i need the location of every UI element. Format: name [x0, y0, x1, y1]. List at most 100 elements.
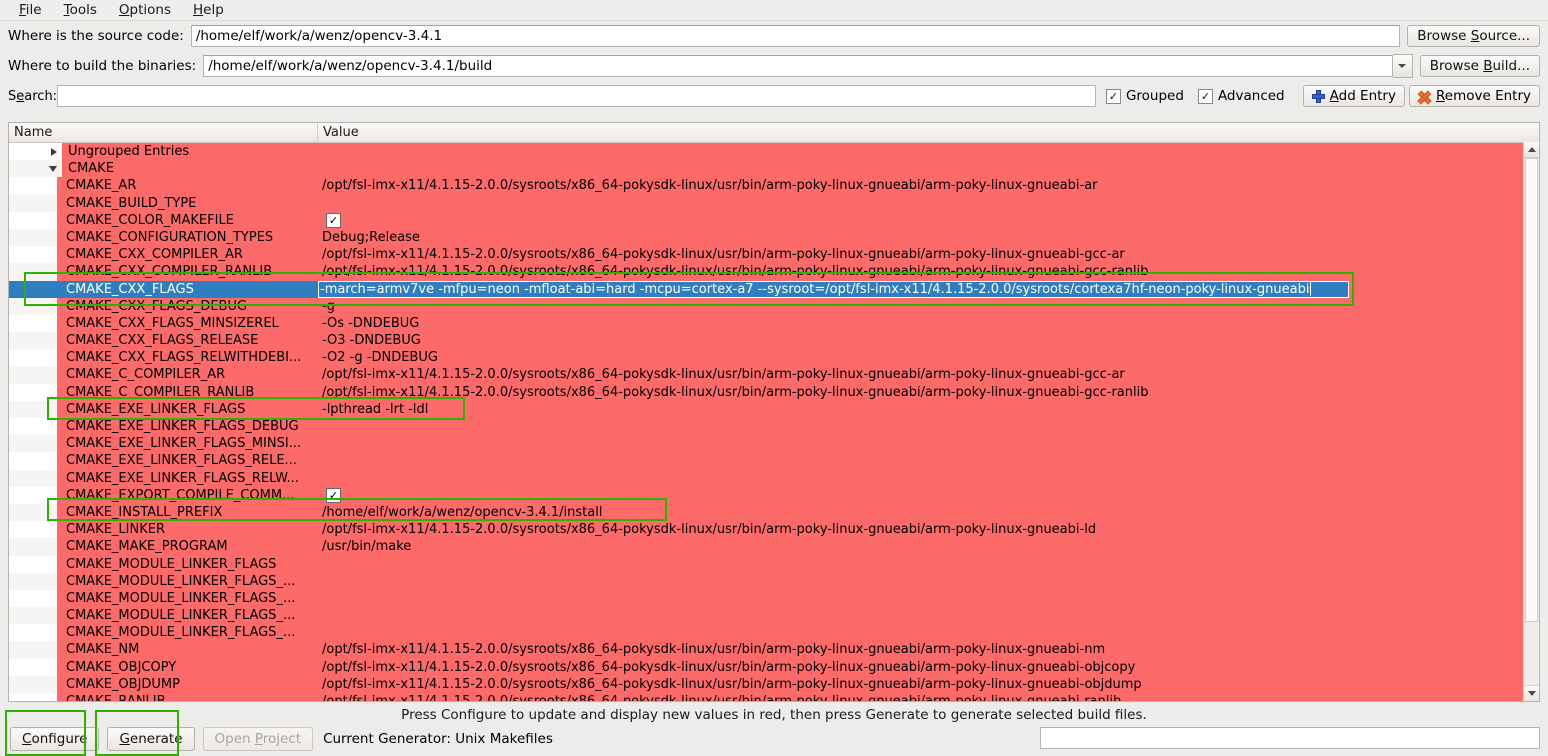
grouped-checkbox[interactable]: ✓ Grouped: [1105, 88, 1184, 104]
cache-entry-name[interactable]: CMAKE_MODULE_LINKER_FLAGS_...: [57, 607, 318, 625]
table-row[interactable]: CMAKE_CXX_COMPILER_AR/opt/fsl-imx-x11/4.…: [9, 246, 1539, 264]
table-row[interactable]: CMAKE_EXE_LINKER_FLAGS -lpthread -lrt -ld…: [9, 400, 1539, 418]
table-row[interactable]: CMAKE_NM/opt/fsl-imx-x11/4.1.15-2.0.0/sy…: [9, 641, 1539, 659]
vertical-scrollbar[interactable]: [1523, 142, 1539, 701]
advanced-checkbox[interactable]: ✓ Advanced: [1197, 88, 1285, 104]
cache-entry-name[interactable]: CMAKE_MODULE_LINKER_FLAGS: [57, 555, 318, 573]
cache-entry-value[interactable]: [318, 452, 1539, 470]
cache-entry-value[interactable]: -Os -DNDEBUG: [318, 314, 1539, 333]
search-input[interactable]: [57, 85, 1096, 107]
cache-entry-name[interactable]: CMAKE_COLOR_MAKEFILE: [57, 211, 318, 229]
table-row[interactable]: Ungrouped Entries: [9, 143, 1539, 161]
browse-build-button[interactable]: Browse Build...: [1419, 55, 1540, 77]
cache-entry-name[interactable]: CMAKE_OBJCOPY: [57, 658, 318, 676]
cache-entry-value[interactable]: ✓: [318, 211, 1539, 229]
cache-entry-name[interactable]: CMAKE_EXE_LINKER_FLAGS_RELE...: [57, 452, 318, 470]
cache-entry-value[interactable]: Debug;Release: [318, 228, 1539, 247]
cache-entry-value[interactable]: [318, 589, 1539, 608]
cache-entry-name[interactable]: CMAKE_MODULE_LINKER_FLAGS_...: [57, 589, 318, 608]
cache-entry-name[interactable]: CMAKE_LINKER: [57, 521, 318, 539]
cache-entry-name[interactable]: CMAKE_MODULE_LINKER_FLAGS_...: [57, 572, 318, 590]
cache-entry-value[interactable]: [318, 435, 1539, 453]
cache-entry-value[interactable]: [318, 572, 1539, 590]
cache-entry-name[interactable]: CMAKE_CONFIGURATION_TYPES: [57, 228, 318, 247]
cache-entry-value[interactable]: /opt/fsl-imx-x11/4.1.15-2.0.0/sysroots/x…: [318, 658, 1539, 676]
table-row[interactable]: CMAKE_BUILD_TYPE: [9, 194, 1539, 212]
browse-source-button[interactable]: Browse Source...: [1407, 25, 1540, 47]
table-row[interactable]: CMAKE_MODULE_LINKER_FLAGS: [9, 555, 1539, 573]
scroll-up-button[interactable]: [1524, 142, 1539, 158]
table-row[interactable]: CMAKE_OBJCOPY/opt/fsl-imx-x11/4.1.15-2.0…: [9, 658, 1539, 676]
cache-entry-name[interactable]: Ungrouped Entries: [62, 143, 323, 161]
cache-entry-checkbox[interactable]: ✓: [326, 488, 341, 504]
cache-entry-name[interactable]: CMAKE_CXX_FLAGS_DEBUG: [57, 297, 318, 315]
cache-entry-value[interactable]: [318, 607, 1539, 625]
cache-entry-value[interactable]: [318, 624, 1539, 642]
column-header-name[interactable]: Name: [9, 123, 318, 142]
cache-entry-name[interactable]: CMAKE_EXE_LINKER_FLAGS_RELW...: [57, 469, 318, 487]
cache-entry-value[interactable]: ✓: [318, 486, 1539, 504]
cache-entry-value[interactable]: /opt/fsl-imx-x11/4.1.15-2.0.0/sysroots/x…: [318, 383, 1539, 401]
table-row[interactable]: CMAKE_CXX_FLAGS_MINSIZEREL -Os -DNDEBUG: [9, 314, 1539, 333]
cache-entry-name[interactable]: CMAKE_RANLIB: [57, 693, 318, 701]
cache-entry-value[interactable]: -g: [318, 297, 1539, 315]
cache-entry-name[interactable]: CMAKE_INSTALL_PREFIX: [57, 503, 318, 522]
table-row[interactable]: CMAKE_CXX_FLAGS -march=armv7ve -mfpu=neon…: [9, 280, 1539, 298]
build-input[interactable]: /home/elf/work/a/wenz/opencv-3.4.1/build: [203, 55, 1393, 77]
table-row[interactable]: CMAKE_RANLIB/opt/fsl-imx-x11/4.1.15-2.0.…: [9, 693, 1539, 701]
remove-entry-button[interactable]: Remove Entry: [1408, 85, 1540, 107]
cache-entry-name[interactable]: CMAKE_EXE_LINKER_FLAGS: [57, 400, 318, 418]
cache-entry-value[interactable]: [318, 469, 1539, 487]
cache-value-editor[interactable]: -march=armv7ve -mfpu=neon -mfloat-abi=ha…: [318, 280, 1349, 298]
table-row[interactable]: CMAKE_MODULE_LINKER_FLAGS_...: [9, 607, 1539, 625]
cache-entry-checkbox[interactable]: ✓: [326, 213, 341, 229]
table-row[interactable]: CMAKE_CXX_FLAGS_RELEASE -O3 -DNDEBUG: [9, 332, 1539, 350]
table-row[interactable]: CMAKE_EXE_LINKER_FLAGS_MINSI...: [9, 435, 1539, 453]
table-row[interactable]: CMAKE_MODULE_LINKER_FLAGS_...: [9, 624, 1539, 642]
cache-entry-value[interactable]: [318, 555, 1539, 573]
cache-entry-value[interactable]: /opt/fsl-imx-x11/4.1.15-2.0.0/sysroots/x…: [318, 263, 1539, 281]
cache-entry-value[interactable]: [318, 194, 1539, 212]
cache-entry-value[interactable]: /opt/fsl-imx-x11/4.1.15-2.0.0/sysroots/x…: [318, 693, 1539, 701]
cache-entry-value[interactable]: /opt/fsl-imx-x11/4.1.15-2.0.0/sysroots/x…: [318, 366, 1539, 384]
table-row[interactable]: CMAKE_CXX_COMPILER_RANLIB/opt/fsl-imx-x1…: [9, 263, 1539, 281]
table-row[interactable]: CMAKE_CXX_FLAGS_DEBUG -g: [9, 297, 1539, 315]
cache-entry-name[interactable]: CMAKE_CXX_COMPILER_AR: [57, 246, 318, 264]
add-entry-button[interactable]: Add Entry: [1302, 85, 1405, 107]
source-input[interactable]: /home/elf/work/a/wenz/opencv-3.4.1: [190, 25, 1401, 47]
cache-entry-value[interactable]: /opt/fsl-imx-x11/4.1.15-2.0.0/sysroots/x…: [318, 246, 1539, 264]
configure-button[interactable]: Configure: [10, 727, 100, 751]
table-row[interactable]: CMAKE_MODULE_LINKER_FLAGS_...: [9, 589, 1539, 608]
table-row[interactable]: CMAKE_MODULE_LINKER_FLAGS_...: [9, 572, 1539, 590]
table-row[interactable]: CMAKE_C_COMPILER_RANLIB/opt/fsl-imx-x11/…: [9, 383, 1539, 401]
scroll-down-button[interactable]: [1524, 685, 1539, 701]
menu-help[interactable]: Help: [182, 0, 235, 20]
cache-entry-name[interactable]: CMAKE_OBJDUMP: [57, 675, 318, 693]
cache-entry-name[interactable]: CMAKE_CXX_FLAGS_MINSIZEREL: [57, 314, 318, 333]
cache-entry-name[interactable]: CMAKE_CXX_FLAGS_RELWITHDEBI...: [57, 349, 318, 367]
table-row[interactable]: CMAKE_C_COMPILER_AR/opt/fsl-imx-x11/4.1.…: [9, 366, 1539, 384]
cache-entry-name[interactable]: CMAKE_C_COMPILER_AR: [57, 366, 318, 384]
cache-entry-value[interactable]: -march=armv7ve -mfpu=neon -mfloat-abi=ha…: [318, 280, 1539, 298]
cache-entry-name[interactable]: CMAKE_CXX_FLAGS: [57, 280, 318, 298]
cache-entry-name[interactable]: CMAKE_EXE_LINKER_FLAGS_DEBUG: [57, 418, 318, 436]
cache-entry-name[interactable]: CMAKE_CXX_COMPILER_RANLIB: [57, 263, 318, 281]
chevron-right-icon[interactable]: [51, 147, 57, 156]
menu-options[interactable]: Options: [108, 0, 182, 20]
table-row[interactable]: CMAKE: [9, 160, 1539, 178]
cache-entry-value[interactable]: -O3 -DNDEBUG: [318, 332, 1539, 350]
chevron-down-icon[interactable]: [49, 165, 57, 172]
cache-entry-name[interactable]: CMAKE_MAKE_PROGRAM: [57, 538, 318, 556]
table-row[interactable]: CMAKE_COLOR_MAKEFILE ✓: [9, 211, 1539, 229]
cache-entry-value[interactable]: [318, 418, 1539, 436]
table-row[interactable]: CMAKE_LINKER/opt/fsl-imx-x11/4.1.15-2.0.…: [9, 521, 1539, 539]
table-row[interactable]: CMAKE_OBJDUMP/opt/fsl-imx-x11/4.1.15-2.0…: [9, 675, 1539, 693]
menu-tools[interactable]: Tools: [53, 0, 108, 20]
cache-entry-value[interactable]: /opt/fsl-imx-x11/4.1.15-2.0.0/sysroots/x…: [318, 675, 1539, 693]
table-row[interactable]: CMAKE_MAKE_PROGRAM/usr/bin/make: [9, 538, 1539, 556]
cache-entry-name[interactable]: CMAKE: [62, 160, 323, 178]
table-row[interactable]: CMAKE_AR/opt/fsl-imx-x11/4.1.15-2.0.0/sy…: [9, 177, 1539, 195]
generate-button[interactable]: Generate: [107, 727, 195, 751]
cache-entry-name[interactable]: CMAKE_NM: [57, 641, 318, 659]
cache-entry-value[interactable]: /opt/fsl-imx-x11/4.1.15-2.0.0/sysroots/x…: [318, 177, 1539, 195]
